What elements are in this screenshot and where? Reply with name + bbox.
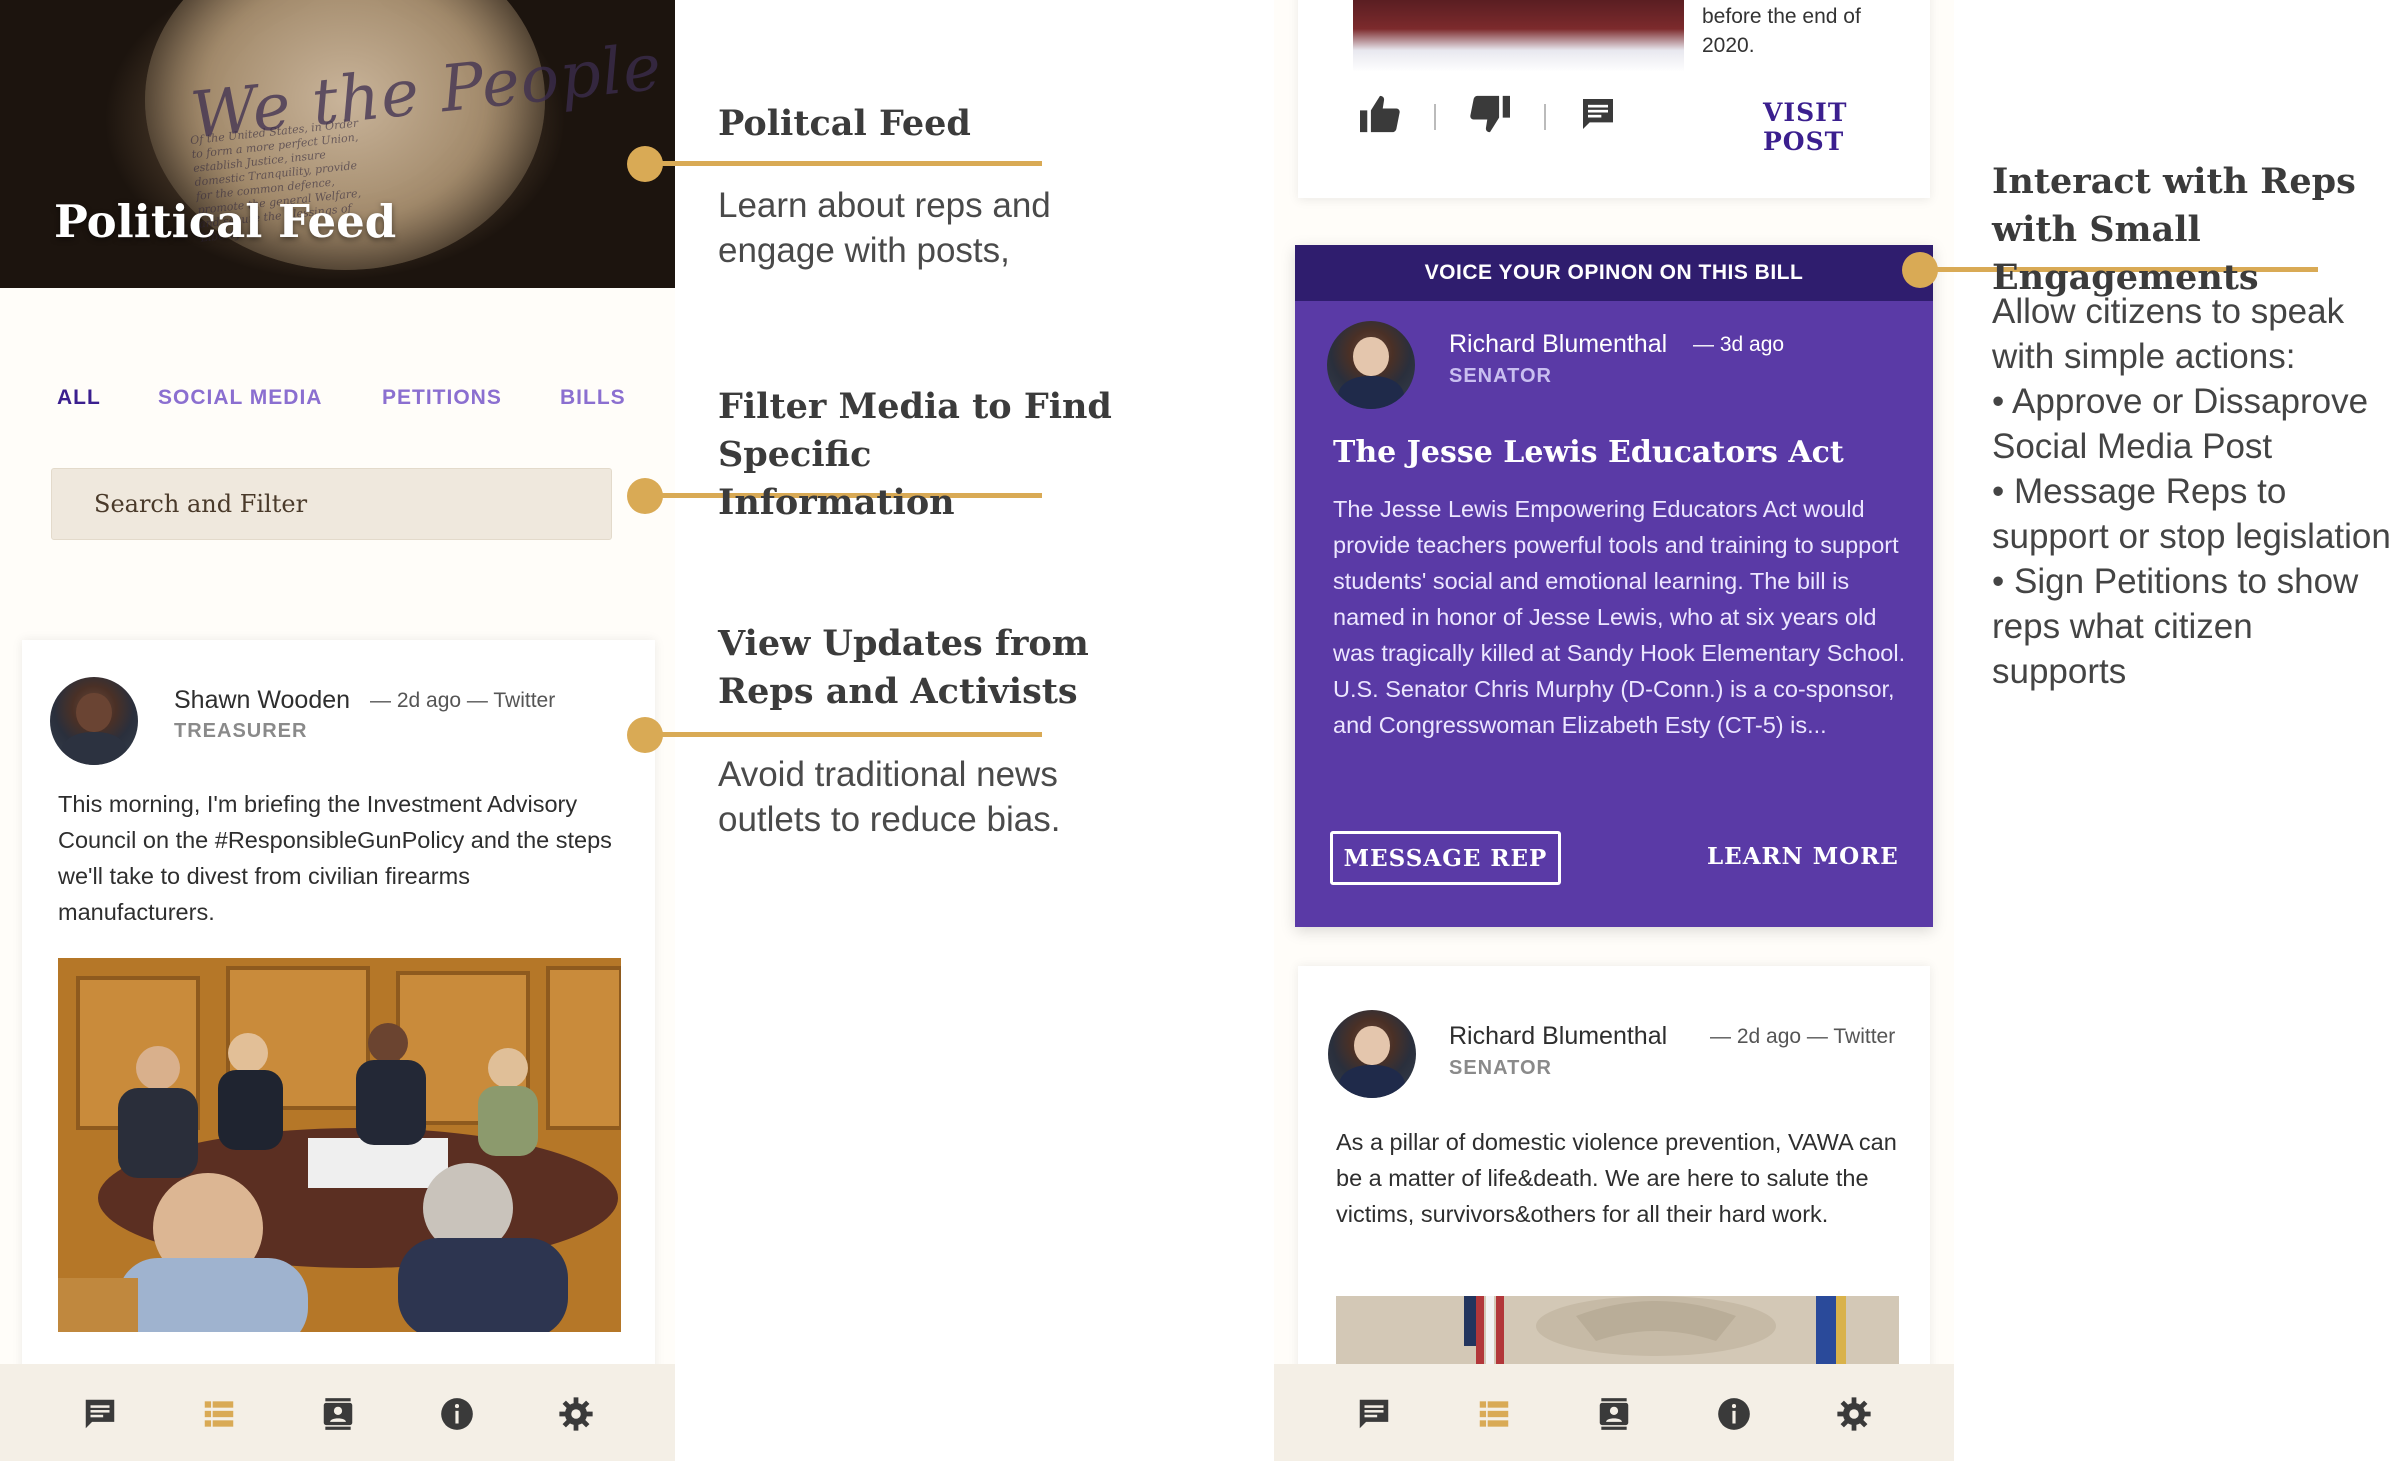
bill-title: The Jesse Lewis Educators Act — [1333, 435, 1844, 470]
phone-screen-feed: We the People Of the United States, in O… — [0, 0, 675, 1461]
annotation-bullet: • Approve or Dissaprove Social Media Pos… — [1992, 382, 2369, 466]
settings-icon[interactable] — [1834, 1394, 1874, 1434]
post-card: before the end of 2020. VISIT POST — [1298, 0, 1930, 198]
annotation-bullet: • Message Reps to support or stop legisl… — [1992, 472, 2391, 556]
post-meta: — 2d ago — Twitter — [1710, 1025, 1896, 1048]
tab-bills[interactable]: BILLS — [560, 386, 626, 410]
tab-all[interactable]: ALL — [57, 386, 101, 410]
annotation-title-interact: Interact with Reps with Small Engagement… — [1992, 161, 2356, 298]
settings-icon[interactable] — [556, 1394, 596, 1434]
post-card: Shawn Wooden — 2d ago — Twitter TREASURE… — [22, 640, 655, 1460]
chat-icon[interactable] — [1354, 1394, 1394, 1434]
author-name[interactable]: Richard Blumenthal — [1449, 330, 1667, 359]
annotation-bullet: • Sign Petitions to show reps what citiz… — [1992, 562, 2359, 691]
post-text: As a pillar of domestic violence prevent… — [1336, 1129, 1897, 1227]
bill-card: VOICE YOUR OPINON ON THIS BILL Richard B… — [1295, 245, 1933, 927]
divider — [1544, 103, 1546, 130]
author-role: TREASURER — [174, 720, 308, 742]
annotation-line — [645, 732, 1042, 737]
hero-banner: We the People Of the United States, in O… — [0, 0, 675, 288]
phone-screen-engage: before the end of 2020. VISIT POST VOICE… — [1274, 0, 1954, 1461]
feed-icon[interactable] — [199, 1394, 239, 1434]
bottom-tab-bar — [0, 1364, 675, 1461]
chat-icon[interactable] — [80, 1394, 120, 1434]
contacts-icon[interactable] — [1594, 1394, 1634, 1434]
annotation-body-interact: Allow citizens to speak with simple acti… — [1992, 289, 2392, 694]
bill-banner: VOICE YOUR OPINON ON THIS BILL — [1295, 245, 1933, 301]
thumbs-down-icon[interactable] — [1468, 94, 1512, 139]
author-name[interactable]: Shawn Wooden — [174, 686, 350, 715]
visit-post-link[interactable]: VISIT POST — [1763, 98, 1930, 156]
annotation-body-feed: Learn about reps and engage with posts, — [718, 186, 1051, 270]
bill-description: The Jesse Lewis Empowering Educators Act… — [1333, 496, 1906, 738]
learn-more-button[interactable]: LEARN MORE — [1707, 843, 1899, 870]
post-meta: — 3d ago — [1693, 333, 1785, 356]
author-role: SENATOR — [1449, 1057, 1552, 1079]
filter-tabs: ALL SOCIAL MEDIA PETITIONS BILLS — [0, 386, 675, 422]
info-icon[interactable] — [1714, 1394, 1754, 1434]
annotation-title-feed: Politcal Feed — [718, 103, 971, 144]
avatar — [50, 677, 138, 765]
annotation-line — [645, 161, 1042, 166]
contacts-icon[interactable] — [318, 1394, 358, 1434]
divider — [1434, 103, 1436, 130]
post-image[interactable] — [1353, 0, 1684, 72]
message-rep-button[interactable]: MESSAGE REP — [1330, 831, 1561, 885]
reaction-bar — [1358, 94, 1618, 139]
avatar — [1328, 1010, 1416, 1098]
page-title: Political Feed — [54, 195, 397, 248]
post-image[interactable] — [58, 958, 621, 1332]
meeting-photo — [58, 958, 621, 1332]
author-role: SENATOR — [1449, 365, 1552, 387]
tab-petitions[interactable]: PETITIONS — [382, 386, 502, 410]
search-input[interactable]: Search and Filter — [51, 468, 612, 540]
post-text: This morning, I'm briefing the Investmen… — [58, 791, 612, 925]
tab-social-media[interactable]: SOCIAL MEDIA — [158, 386, 322, 410]
annotation-body-updates: Avoid traditional news outlets to reduce… — [718, 755, 1061, 839]
thumbs-up-icon[interactable] — [1358, 94, 1402, 139]
info-icon[interactable] — [437, 1394, 477, 1434]
annotation-title-updates: View Updates from Reps and Activists — [718, 623, 1089, 712]
avatar — [1327, 321, 1415, 409]
annotation-title-filter: Filter Media to Find Specific Informatio… — [718, 386, 1112, 523]
bottom-tab-bar — [1274, 1364, 1954, 1461]
feed-icon[interactable] — [1474, 1394, 1514, 1434]
author-name[interactable]: Richard Blumenthal — [1449, 1022, 1667, 1051]
post-text: before the end of 2020. — [1702, 5, 1861, 57]
comment-icon[interactable] — [1578, 94, 1618, 139]
post-meta: — 2d ago — Twitter — [370, 689, 556, 712]
annotation-intro: Allow citizens to speak with simple acti… — [1992, 292, 2345, 376]
